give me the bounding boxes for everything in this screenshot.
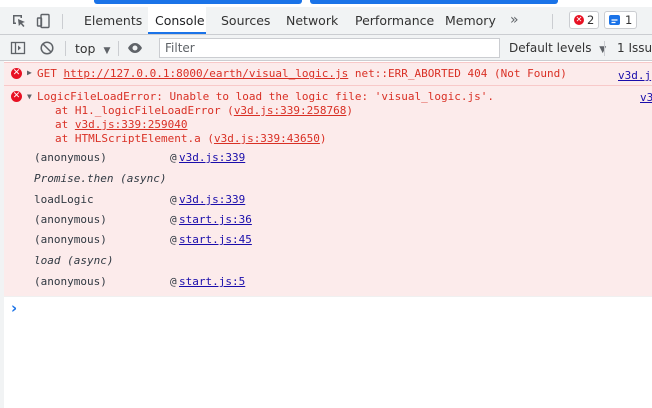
tab-memory[interactable]: Memory [438,7,503,34]
trace-at: @ [170,275,177,288]
trace-at: @ [170,193,177,206]
inspect-element-icon[interactable] [11,13,27,29]
expand-triangle-icon[interactable]: ▶ [27,68,32,77]
console-error-message: ✕ ▶ GET http://127.0.0.1:8000/earth/visu… [4,62,652,85]
stack-frame-link[interactable]: v3d.js:339:258768 [234,104,347,117]
chevron-down-icon: ▼ [599,45,607,55]
console-message-text: LogicFileLoadError: Unable to load the l… [37,90,494,103]
filter-input[interactable] [159,38,500,58]
toolbar-divider [604,41,605,56]
more-tabs-button[interactable]: » [503,7,526,34]
stack-frame: at v3d.js:339:259040 [55,118,188,131]
request-status: net::ERR_ABORTED 404 (Not Found) [354,67,567,80]
error-icon: ✕ [574,15,584,25]
trace-link[interactable]: v3d.js:339 [179,151,245,164]
tab-performance[interactable]: Performance [348,7,441,34]
devtools-tabs-bar: Elements Console Sources Network Perform… [0,7,652,35]
messages-badge[interactable]: 1 [604,11,637,29]
clear-console-icon[interactable] [39,40,55,56]
console-message-text: GET http://127.0.0.1:8000/earth/visual_l… [37,67,567,80]
stack-frame-link[interactable]: v3d.js:339:259040 [75,118,188,131]
source-link[interactable]: v3 [640,91,652,104]
tab-elements[interactable]: Elements [77,7,149,34]
console-sidebar-icon[interactable] [10,40,26,56]
top-accent-bar [310,0,558,4]
trace-link[interactable]: start.js:5 [179,275,245,288]
tab-sources[interactable]: Sources [214,7,277,34]
trace-function-name: loadLogic [34,193,94,206]
stack-frame: at H1._logicFileLoadError (v3d.js:339:25… [55,104,354,117]
collapse-triangle-icon[interactable]: ▼ [27,92,32,101]
errors-count: 2 [587,13,595,27]
console-panel: ✕ ▶ GET http://127.0.0.1:8000/earth/visu… [0,61,652,408]
tab-network[interactable]: Network [279,7,345,34]
errors-badge[interactable]: ✕ 2 [569,11,599,29]
request-url-link[interactable]: http://127.0.0.1:8000/earth/visual_logic… [64,67,349,80]
trace-at: @ [170,233,177,246]
trace-at: @ [170,151,177,164]
live-expression-icon[interactable] [127,40,143,56]
trace-function-name: (anonymous) [34,213,107,226]
messages-count: 1 [625,13,633,27]
top-strip [0,0,652,7]
toolbar-divider [65,41,66,56]
trace-async-label: Promise.then (async) [34,172,167,185]
log-levels-dropdown[interactable]: Default levels ▼ [509,41,606,55]
issues-button[interactable]: 1 Issue [617,41,652,55]
context-selector-label: top [75,41,96,56]
request-method: GET [37,67,57,80]
trace-function-name: (anonymous) [34,275,107,288]
toolbar-divider [552,14,553,29]
trace-async-label: load (async) [34,254,114,267]
trace-link[interactable]: start.js:36 [179,213,252,226]
trace-at: @ [170,213,177,226]
device-toolbar-icon[interactable] [36,13,52,29]
console-prompt-area[interactable]: › [4,296,652,408]
error-icon: ✕ [11,91,22,102]
tab-console[interactable]: Console [148,7,206,34]
toolbar-divider [118,41,119,56]
message-icon [609,15,620,25]
top-accent-bar [94,0,302,4]
toolbar-divider [62,14,63,29]
trace-link[interactable]: start.js:45 [179,233,252,246]
trace-function-name: (anonymous) [34,233,107,246]
stack-frame: at HTMLScriptElement.a (v3d.js:339:43650… [55,132,327,145]
console-error-message: ✕ ▼ LogicFileLoadError: Unable to load t… [4,85,652,296]
error-icon: ✕ [11,68,22,79]
source-link[interactable]: v3d.j [618,69,651,82]
chevron-down-icon: ▼ [103,46,111,56]
trace-function-name: (anonymous) [34,151,107,164]
console-toolbar: top ▼ Default levels ▼ 1 Issue [0,35,652,61]
context-selector[interactable]: top ▼ [75,41,110,56]
console-prompt-icon: › [11,299,18,317]
trace-link[interactable]: v3d.js:339 [179,193,245,206]
log-levels-label: Default levels [509,41,592,55]
stack-frame-link[interactable]: v3d.js:339:43650 [214,132,320,145]
